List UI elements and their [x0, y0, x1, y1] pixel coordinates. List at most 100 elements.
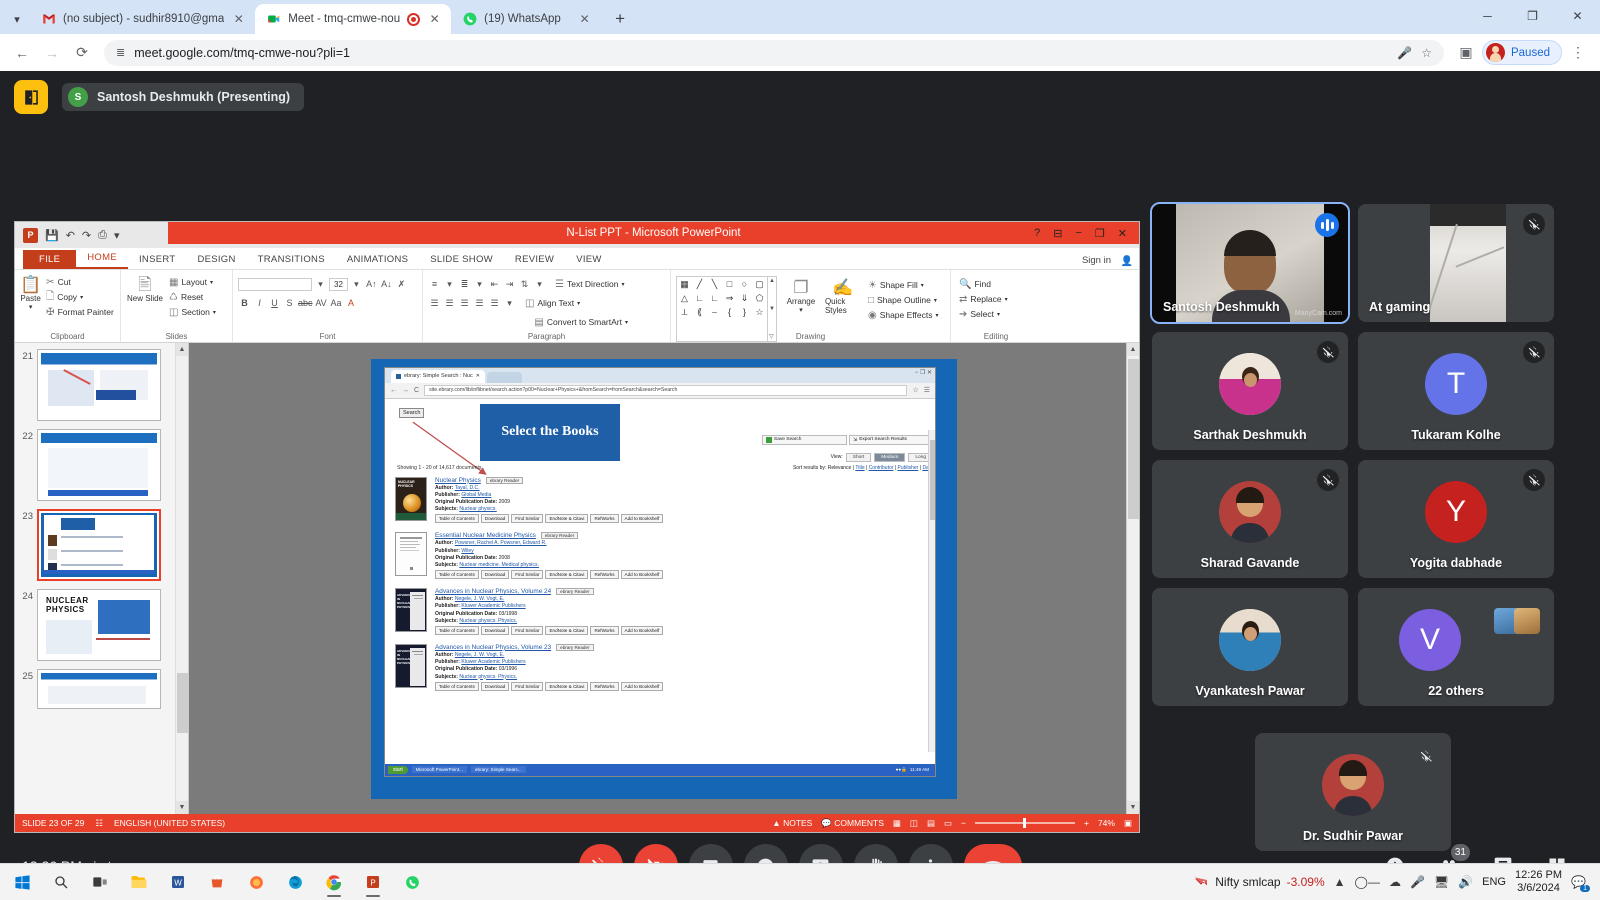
- maximize-button[interactable]: ❐: [1510, 0, 1555, 31]
- decrease-font-size-icon[interactable]: A↓: [380, 279, 393, 289]
- ribbon-tab-slideshow[interactable]: SLIDE SHOW: [419, 251, 504, 269]
- cut-button[interactable]: ✂ Cut: [43, 275, 117, 289]
- font-size-input[interactable]: 32: [329, 277, 348, 291]
- fit-to-window-icon[interactable]: ▣: [1124, 818, 1132, 829]
- participant-tile-at-gaming[interactable]: At gaming: [1358, 204, 1554, 322]
- scroll-up-icon[interactable]: ▲: [1127, 343, 1139, 356]
- presenting-indicator[interactable]: S Santosh Deshmukh (Presenting): [62, 83, 305, 111]
- bullets-button[interactable]: ≡: [428, 279, 441, 289]
- close-icon[interactable]: ✕: [577, 12, 592, 27]
- elbow-connector-shape[interactable]: ∟: [692, 291, 707, 305]
- increase-font-size-icon[interactable]: A↑: [365, 279, 378, 289]
- back-icon[interactable]: ←: [8, 39, 36, 67]
- spelling-icon[interactable]: ☷: [95, 818, 103, 829]
- thumbnail-scrollbar[interactable]: ▲ ▼: [175, 343, 188, 814]
- thumbnail-item-selected[interactable]: 23: [19, 509, 188, 581]
- onedrive-icon[interactable]: ☁: [1389, 875, 1401, 889]
- thumbnail-item[interactable]: 24 NUCLEAR PHYSICS: [19, 589, 188, 661]
- address-bar[interactable]: ≣ meet.google.com/tmq-cmwe-nou?pli=1 🎤 ☆: [104, 39, 1444, 66]
- store-icon[interactable]: [199, 866, 235, 899]
- character-spacing-button[interactable]: AV: [315, 298, 328, 308]
- close-icon[interactable]: ✕: [231, 12, 246, 27]
- ribbon-tab-transitions[interactable]: TRANSITIONS: [247, 251, 336, 269]
- scrollbar-thumb[interactable]: [177, 673, 188, 733]
- browser-tab-meet[interactable]: Meet - tmq-cmwe-nou ✕: [255, 4, 452, 34]
- italic-button[interactable]: I: [253, 298, 266, 308]
- show-hidden-icons-icon[interactable]: ▲: [1334, 875, 1346, 889]
- scroll-down-icon[interactable]: ▼: [769, 306, 775, 312]
- curve-shape[interactable]: ⟪: [692, 305, 707, 319]
- scroll-up-icon[interactable]: ▲: [769, 278, 775, 284]
- reset-button[interactable]: ♺ Reset: [166, 290, 219, 304]
- task-view-icon[interactable]: [82, 866, 118, 899]
- right-arrow-shape[interactable]: ⇒: [722, 291, 737, 305]
- microphone-icon[interactable]: 🎤: [1397, 46, 1412, 60]
- word-icon[interactable]: W: [160, 866, 196, 899]
- font-name-input[interactable]: [238, 277, 312, 291]
- view-slide-sorter-icon[interactable]: ◫: [910, 818, 918, 829]
- camera-tray-icon[interactable]: ◯—: [1355, 875, 1380, 889]
- pentagon-shape[interactable]: ⬠: [752, 291, 767, 305]
- strikethrough-button[interactable]: abc: [298, 298, 313, 308]
- shape-effects-button[interactable]: ◉ Shape Effects ▾: [865, 308, 942, 322]
- bullets-dropdown-icon[interactable]: ▾: [443, 279, 456, 290]
- help-icon[interactable]: ?: [1034, 227, 1040, 239]
- align-text-button[interactable]: ◫ Align Text ▾: [522, 296, 583, 310]
- text-direction-button[interactable]: ☰ Text Direction ▾: [552, 277, 627, 291]
- chrome-icon[interactable]: [316, 866, 352, 899]
- scroll-down-icon[interactable]: ▼: [1127, 801, 1139, 814]
- format-painter-button[interactable]: ✠ Format Painter: [43, 305, 117, 319]
- shape-fill-button[interactable]: ☀ Shape Fill ▾: [865, 278, 942, 292]
- tab-search-icon[interactable]: ▾: [4, 4, 30, 34]
- view-slideshow-icon[interactable]: ▭: [944, 818, 952, 829]
- down-arrow-shape[interactable]: ⇓: [737, 291, 752, 305]
- forward-icon[interactable]: →: [38, 39, 66, 67]
- zoom-slider[interactable]: [974, 818, 1075, 828]
- sign-in-link[interactable]: Sign in: [1082, 255, 1111, 266]
- scroll-down-icon[interactable]: ▼: [176, 801, 188, 814]
- minimize-icon[interactable]: −: [1075, 227, 1081, 239]
- restore-icon[interactable]: ❐: [1095, 227, 1105, 240]
- firefox-icon[interactable]: [238, 866, 274, 899]
- ribbon-tab-home[interactable]: HOME: [76, 249, 128, 269]
- justify-button[interactable]: ☰: [473, 298, 486, 309]
- scrollbar-thumb[interactable]: [1128, 359, 1139, 519]
- freeform-shape[interactable]: ⟂: [677, 305, 692, 319]
- increase-indent-button[interactable]: ⇥: [503, 279, 516, 290]
- profile-chip[interactable]: Paused: [1481, 40, 1562, 65]
- replace-button[interactable]: ⇄ Replace ▾: [956, 292, 1011, 306]
- columns-button[interactable]: ☰: [488, 298, 501, 309]
- participant-tile-tukaram-kolhe[interactable]: T Tukaram Kolhe: [1358, 332, 1554, 450]
- oval-shape[interactable]: ○: [737, 277, 752, 291]
- microphone-tray-icon[interactable]: 🎤: [1410, 875, 1425, 889]
- chrome-menu-icon[interactable]: ⋮: [1564, 39, 1592, 67]
- ribbon-tab-view[interactable]: VIEW: [565, 251, 612, 269]
- bold-button[interactable]: B: [238, 298, 251, 308]
- reload-icon[interactable]: ⟳: [68, 39, 96, 67]
- view-reading-icon[interactable]: ▤: [927, 818, 935, 829]
- site-settings-icon[interactable]: ≣: [116, 46, 125, 59]
- slide-thumbnail[interactable]: NUCLEAR PHYSICS: [37, 589, 161, 661]
- thumbnail-item[interactable]: 22: [19, 429, 188, 501]
- left-brace-shape[interactable]: {: [722, 305, 737, 319]
- participant-tile-yogita-dabhade[interactable]: Y Yogita dabhade: [1358, 460, 1554, 578]
- redo-icon[interactable]: ↷: [82, 229, 91, 242]
- ribbon-tab-animations[interactable]: ANIMATIONS: [336, 251, 419, 269]
- thumbnail-item[interactable]: 21: [19, 349, 188, 421]
- select-button[interactable]: ➔ Select ▾: [956, 307, 1011, 321]
- slide-thumbnail[interactable]: [37, 669, 161, 709]
- account-icon[interactable]: 👤: [1121, 256, 1133, 267]
- whatsapp-icon[interactable]: [394, 866, 430, 899]
- notes-button[interactable]: ▲ NOTES: [772, 818, 812, 828]
- bookmark-star-icon[interactable]: ☆: [1421, 46, 1432, 60]
- ribbon-tab-review[interactable]: REVIEW: [504, 251, 565, 269]
- ribbon-tab-file[interactable]: FILE: [23, 250, 77, 269]
- zoom-in-icon[interactable]: +: [1084, 818, 1089, 828]
- new-tab-button[interactable]: +: [607, 6, 633, 32]
- scroll-up-icon[interactable]: ▲: [176, 343, 188, 356]
- side-panel-icon[interactable]: ▣: [1452, 39, 1480, 67]
- edge-icon[interactable]: [277, 866, 313, 899]
- participant-tile-sarthak-deshmukh[interactable]: Sarthak Deshmukh: [1152, 332, 1348, 450]
- minimize-button[interactable]: ─: [1465, 0, 1510, 31]
- triangle-shape[interactable]: △: [677, 291, 692, 305]
